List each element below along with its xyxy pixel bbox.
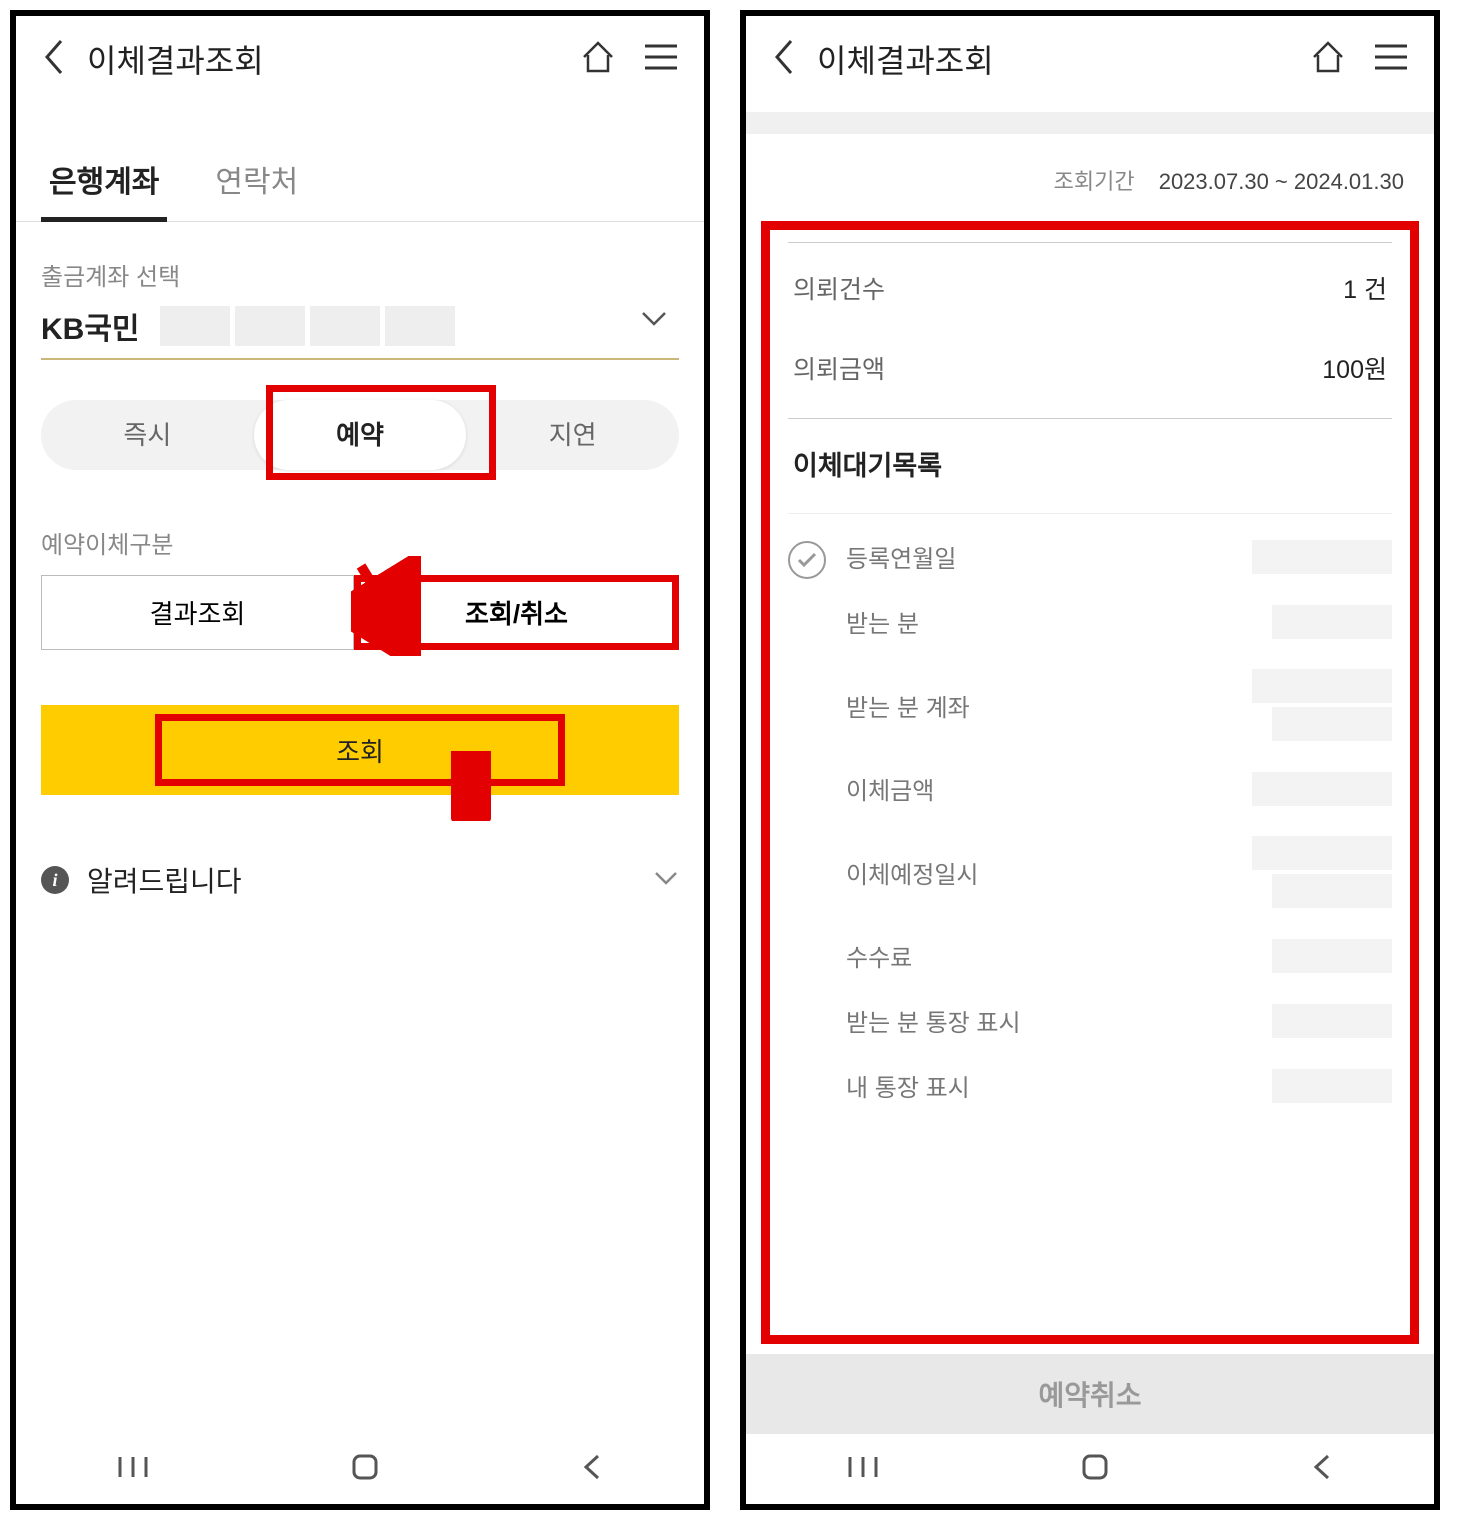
transfer-type-segment: 즉시 예약 지연 — [41, 400, 679, 470]
period-row: 조회기간 2023.07.30 ~ 2024.01.30 — [746, 134, 1434, 221]
masked-value — [1272, 939, 1392, 973]
amount-label: 의뢰금액 — [793, 350, 885, 386]
btn-result-inquiry[interactable]: 결과조회 — [41, 575, 354, 650]
tab-bank-account[interactable]: 은행계좌 — [41, 142, 167, 221]
masked-value — [1252, 836, 1392, 908]
label-recipient: 받는 분 — [846, 604, 919, 639]
chevron-down-icon — [639, 309, 669, 334]
summary-amount: 의뢰금액 100원 — [788, 328, 1392, 408]
label-fee: 수수료 — [846, 938, 912, 973]
submit-button[interactable]: 조회 — [41, 705, 679, 795]
label-schedule: 이체예정일시 — [846, 855, 978, 890]
pending-list-title: 이체대기목록 — [788, 444, 1392, 483]
content-left: 출금계좌 선택 KB국민 즉시 예약 지연 예약이체구분 결과조회 조회/취소 … — [16, 222, 704, 1434]
nav-home-icon[interactable] — [350, 1452, 380, 1487]
notice-text: 알려드립니다 — [87, 860, 635, 900]
menu-icon[interactable] — [1373, 42, 1409, 77]
account-select[interactable]: KB국민 — [41, 304, 679, 360]
masked-value — [1252, 540, 1392, 574]
label-my-memo: 내 통장 표시 — [846, 1068, 970, 1103]
notice-row[interactable]: i 알려드립니다 — [41, 860, 679, 900]
home-icon[interactable] — [1308, 37, 1348, 82]
reserve-type-label: 예약이체구분 — [41, 525, 679, 560]
seg-delayed[interactable]: 지연 — [466, 400, 679, 470]
tabs: 은행계좌 연락처 — [16, 142, 704, 222]
phone-right: 이체결과조회 조회기간 2023.07.30 ~ 2024.01.30 의뢰건수… — [740, 10, 1440, 1510]
menu-icon[interactable] — [643, 42, 679, 77]
tab-contact[interactable]: 연락처 — [207, 142, 306, 221]
annotation-arrow-2 — [451, 751, 491, 821]
nav-back-icon[interactable] — [580, 1452, 604, 1487]
divider — [788, 513, 1392, 514]
android-nav-bar — [16, 1434, 704, 1504]
label-amount: 이체금액 — [846, 771, 934, 806]
label-recipient-acct: 받는 분 계좌 — [846, 688, 970, 723]
seg-immediate[interactable]: 즉시 — [41, 400, 254, 470]
phone-left: 이체결과조회 은행계좌 연락처 출금계좌 선택 KB국민 즉시 — [10, 10, 710, 1510]
label-recv-memo: 받는 분 통장 표시 — [846, 1003, 1021, 1038]
info-icon: i — [41, 866, 69, 894]
nav-recent-icon[interactable] — [846, 1453, 880, 1486]
cancel-reservation-button[interactable]: 예약취소 — [746, 1354, 1434, 1434]
nav-back-icon[interactable] — [1310, 1452, 1334, 1487]
masked-value — [1272, 1069, 1392, 1103]
count-label: 의뢰건수 — [793, 270, 885, 306]
bank-name: KB국민 — [41, 304, 140, 348]
nav-home-icon[interactable] — [1080, 1452, 1110, 1487]
page-title: 이체결과조회 — [817, 36, 1288, 82]
separator-strip — [746, 112, 1434, 134]
header: 이체결과조회 — [746, 16, 1434, 102]
summary-count: 의뢰건수 1 건 — [788, 248, 1392, 328]
pending-item[interactable]: 등록연월일 받는 분 받는 분 계좌 이체금액 이체예정일시 수수료 받는 분 … — [788, 539, 1392, 1108]
back-icon[interactable] — [41, 37, 67, 82]
account-masked — [160, 306, 455, 346]
header: 이체결과조회 — [16, 16, 704, 102]
label-reg-date: 등록연월일 — [846, 539, 956, 574]
android-nav-bar — [746, 1434, 1434, 1504]
masked-value — [1252, 669, 1392, 741]
divider — [788, 418, 1392, 419]
check-icon[interactable] — [788, 541, 826, 579]
count-value: 1 건 — [1343, 270, 1387, 306]
back-icon[interactable] — [771, 37, 797, 82]
submit-highlight: 조회 — [155, 714, 565, 786]
period-value: 2023.07.30 ~ 2024.01.30 — [1159, 169, 1404, 194]
page-title: 이체결과조회 — [87, 36, 558, 82]
detail-list: 등록연월일 받는 분 받는 분 계좌 이체금액 이체예정일시 수수료 받는 분 … — [846, 539, 1392, 1108]
account-select-label: 출금계좌 선택 — [41, 257, 679, 292]
highlight-result-box: 의뢰건수 1 건 의뢰금액 100원 이체대기목록 등록연월일 받는 분 받는 … — [761, 221, 1419, 1344]
home-icon[interactable] — [578, 37, 618, 82]
masked-value — [1272, 605, 1392, 639]
masked-value — [1252, 772, 1392, 806]
annotation-arrow-1 — [351, 556, 421, 656]
masked-value — [1272, 1004, 1392, 1038]
period-label: 조회기간 — [1054, 169, 1135, 194]
chevron-down-icon — [653, 870, 679, 891]
nav-recent-icon[interactable] — [116, 1453, 150, 1486]
seg-reserved[interactable]: 예약 — [254, 400, 467, 470]
amount-value: 100원 — [1322, 350, 1387, 386]
